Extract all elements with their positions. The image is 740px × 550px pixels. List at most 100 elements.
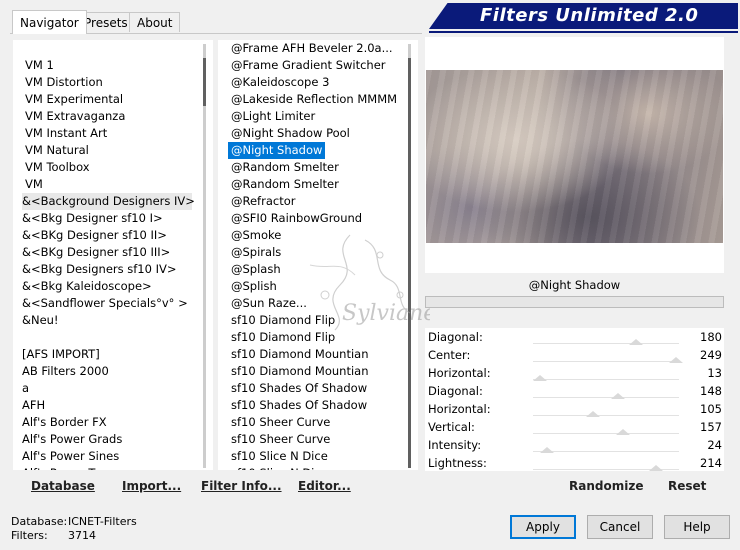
filter-item[interactable]: sf10 Sheer Curve xyxy=(228,414,333,431)
parameter-value: 180 xyxy=(700,330,722,344)
category-item[interactable]: AFH xyxy=(22,397,192,414)
category-item[interactable]: VM 1 xyxy=(25,57,195,74)
help-button[interactable]: Help xyxy=(664,515,730,539)
parameter-label: Horizontal: xyxy=(428,402,491,416)
category-scrollbar[interactable] xyxy=(203,44,206,468)
parameter-label: Intensity: xyxy=(428,438,482,452)
slider-track[interactable] xyxy=(533,415,679,416)
category-item[interactable]: &<BKg Designer sf10 II> xyxy=(22,227,192,244)
parameter-slider[interactable]: Diagonal: 148 xyxy=(425,382,724,400)
filter-info-button[interactable]: Filter Info... xyxy=(201,479,282,493)
category-item[interactable]: Alf's Power Sines xyxy=(22,448,192,465)
filters-count-label: Filters: xyxy=(11,529,48,542)
filter-item[interactable]: @Random Smelter xyxy=(228,176,342,193)
filter-item[interactable]: @Splish xyxy=(228,278,280,295)
tab-about[interactable]: About xyxy=(129,12,181,32)
sylviane-watermark-signature: Sylviane xyxy=(309,234,430,331)
filter-item[interactable]: @Frame AFH Beveler 2.0a... xyxy=(228,40,396,57)
selected-filter-name: @Night Shadow xyxy=(528,278,621,292)
progress-bar xyxy=(425,296,724,308)
category-item[interactable]: VM Instant Art xyxy=(25,125,195,142)
database-footer-value: ICNET-Filters xyxy=(68,515,137,528)
category-item[interactable]: &Neu! xyxy=(22,312,192,329)
slider-track[interactable] xyxy=(533,379,679,380)
tab-navigator[interactable]: Navigator xyxy=(12,10,87,34)
filter-item[interactable]: @Light Limiter xyxy=(228,108,318,125)
slider-track[interactable] xyxy=(533,433,679,434)
category-item[interactable]: VM Extravaganza xyxy=(25,108,195,125)
filter-item[interactable]: @Kaleidoscope 3 xyxy=(228,74,332,91)
category-item[interactable]: &<Background Designers IV> xyxy=(22,193,195,210)
title-underline xyxy=(429,31,738,33)
parameter-slider[interactable]: Horizontal: 13 xyxy=(425,364,724,382)
category-item[interactable] xyxy=(22,329,192,346)
apply-button[interactable]: Apply xyxy=(510,515,576,539)
parameter-slider[interactable]: Horizontal: 105 xyxy=(425,400,724,418)
category-item[interactable]: Alf's Power Toys xyxy=(22,465,192,470)
filter-item[interactable]: @Lakeside Reflection MMMM xyxy=(228,91,400,108)
parameter-label: Lightness: xyxy=(428,456,487,470)
filter-item[interactable]: sf10 Sheer Curve xyxy=(228,431,333,448)
category-item[interactable]: [AFS IMPORT] xyxy=(22,346,192,363)
category-item[interactable]: a xyxy=(22,380,192,397)
filter-item[interactable]: @Spirals xyxy=(228,244,284,261)
editor-button[interactable]: Editor... xyxy=(298,479,351,493)
parameter-slider[interactable]: Diagonal: 180 xyxy=(425,328,724,346)
filter-item[interactable]: @Refractor xyxy=(228,193,298,210)
filter-item[interactable]: @Night Shadow xyxy=(226,141,327,160)
filters-count-value: 3714 xyxy=(68,529,96,542)
filter-item[interactable]: @Night Shadow Pool xyxy=(228,125,353,142)
filter-item[interactable]: sf10 Slice N Dice xyxy=(228,448,331,465)
filter-item[interactable]: sf10 Shades Of Shadow xyxy=(228,380,370,397)
slider-track[interactable] xyxy=(533,397,679,398)
category-list[interactable]: VM 1 VM Distortion VM Experimental VM Extra… xyxy=(13,40,213,470)
slider-thumb[interactable] xyxy=(539,447,554,453)
reset-button[interactable]: Reset xyxy=(668,479,706,493)
randomize-button[interactable]: Randomize xyxy=(569,479,643,493)
slider-track[interactable] xyxy=(533,361,679,362)
parameter-slider[interactable]: Center: 249 xyxy=(425,346,724,364)
category-item[interactable]: &<Sandflower Specials°v° > xyxy=(22,295,192,312)
category-item[interactable]: Alf's Power Grads xyxy=(22,431,192,448)
parameter-slider[interactable]: Intensity: 24 xyxy=(425,436,724,454)
category-item[interactable]: VM Distortion xyxy=(25,74,195,91)
parameter-value: 157 xyxy=(700,420,722,434)
category-item[interactable]: VM Natural xyxy=(25,142,195,159)
slider-thumb[interactable] xyxy=(533,375,548,381)
slider-thumb[interactable] xyxy=(648,465,663,471)
category-item[interactable]: AB Filters 2000 xyxy=(22,363,192,380)
parameter-slider[interactable]: Vertical: 157 xyxy=(425,418,724,436)
filter-item[interactable]: sf10 Diamond Mountian xyxy=(228,363,371,380)
slider-thumb[interactable] xyxy=(668,357,683,363)
slider-track[interactable] xyxy=(533,343,679,344)
category-item[interactable]: VM xyxy=(25,176,195,193)
filter-item[interactable]: @Splash xyxy=(228,261,284,278)
filter-item[interactable]: sf10 Slice N Dice xyxy=(228,465,331,470)
slider-thumb[interactable] xyxy=(629,339,644,345)
import-button[interactable]: Import... xyxy=(122,479,181,493)
filter-item[interactable]: @Smoke xyxy=(228,227,284,244)
slider-track[interactable] xyxy=(533,451,679,452)
filter-item[interactable]: sf10 Shades Of Shadow xyxy=(228,397,370,414)
slider-thumb[interactable] xyxy=(615,429,630,435)
cancel-button[interactable]: Cancel xyxy=(587,515,653,539)
filter-item[interactable]: sf10 Diamond Mountian xyxy=(228,346,371,363)
category-scroll-thumb[interactable] xyxy=(203,58,206,106)
filter-item[interactable]: @Random Smelter xyxy=(228,159,342,176)
parameter-slider[interactable]: Lightness: 214 xyxy=(425,454,724,471)
category-item[interactable]: &<BKg Designer sf10 III> xyxy=(22,244,192,261)
category-item[interactable]: &<Bkg Designers sf10 IV> xyxy=(22,261,192,278)
svg-text:Sylviane: Sylviane xyxy=(342,301,430,326)
category-item[interactable]: &<Bkg Kaleidoscope> xyxy=(22,278,192,295)
parameter-value: 249 xyxy=(700,348,722,362)
category-item[interactable]: &<Bkg Designer sf10 I> xyxy=(22,210,192,227)
filter-item[interactable]: @Frame Gradient Switcher xyxy=(228,57,389,74)
database-button[interactable]: Database xyxy=(31,479,95,493)
parameter-label: Vertical: xyxy=(428,420,475,434)
slider-thumb[interactable] xyxy=(586,411,601,417)
parameter-sliders[interactable]: Diagonal: 180 Center: 249 Horizontal: 13 Diago… xyxy=(425,328,724,471)
slider-thumb[interactable] xyxy=(610,393,625,399)
category-item[interactable]: VM Experimental xyxy=(25,91,195,108)
category-item[interactable]: Alf's Border FX xyxy=(22,414,192,431)
category-item[interactable]: VM Toolbox xyxy=(25,159,195,176)
